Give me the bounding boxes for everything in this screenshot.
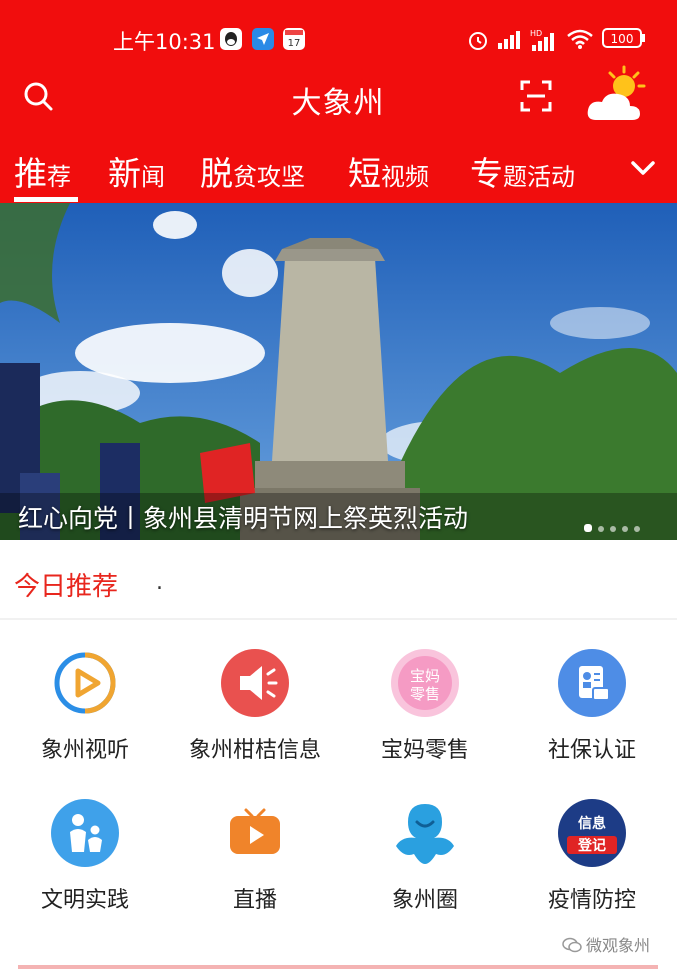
tab-recommend[interactable]: 推荐: [14, 147, 71, 195]
svg-text:宝妈: 宝妈: [410, 667, 440, 685]
hd-signal-icon: HD: [530, 28, 558, 56]
carousel-dots: [584, 517, 646, 536]
id-card-icon: [557, 648, 627, 718]
grid-item-label: 疫情防控: [547, 888, 636, 913]
app-header: 上午10:31 17 HD 100 大象州 推荐 新闻 脱贫攻坚 短视频 专题活…: [0, 0, 677, 203]
grid-item-label: 直播: [232, 888, 277, 913]
active-tab-indicator: [14, 197, 78, 202]
tab-special-topics[interactable]: 专题活动: [470, 147, 575, 195]
watermark: 微观象州: [562, 932, 650, 957]
chevron-down-icon[interactable]: [626, 151, 660, 185]
battery-icon: 100: [602, 27, 646, 53]
grid-item-label: 社保认证: [547, 738, 636, 763]
svg-text:100: 100: [611, 32, 634, 46]
grid-item-xiangzhou-circle[interactable]: 象州圈: [340, 770, 510, 913]
app-title: 大象州: [291, 86, 385, 121]
tab-news[interactable]: 新闻: [108, 147, 165, 195]
carousel-dot-active: [584, 524, 592, 532]
wechat-icon: [562, 937, 582, 957]
today-recommend-section: 今日推荐 .: [0, 540, 677, 618]
wifi-icon: [566, 28, 594, 54]
carousel-dot: [598, 526, 604, 532]
service-grid: 象州视听 象州柑桔信息 宝妈零售 宝妈零售 社保认证 文明实践 直播 象州圈: [0, 620, 677, 930]
status-time: 上午10:31: [113, 30, 216, 54]
grid-item-live[interactable]: 直播: [170, 770, 340, 913]
tv-live-icon: [220, 798, 290, 868]
bottom-divider: [18, 965, 658, 969]
grid-item-baoma-retail[interactable]: 宝妈 零售 宝妈零售: [340, 620, 510, 763]
search-icon[interactable]: [20, 78, 56, 114]
circle-people-icon: [390, 798, 460, 868]
banner-caption[interactable]: 红心向党丨象州县清明节网上祭英烈活动: [18, 499, 468, 535]
svg-text:零售: 零售: [410, 685, 440, 703]
play-circle-icon: [50, 648, 120, 718]
today-recommend-title: 今日推荐: [14, 572, 119, 602]
speaker-icon: [220, 648, 290, 718]
family-icon: [50, 798, 120, 868]
scan-icon[interactable]: [518, 78, 554, 114]
calendar-icon: 17: [283, 28, 305, 50]
info-register-icon: 信息 登记: [557, 798, 627, 868]
svg-text:信息: 信息: [578, 815, 606, 832]
watermark-text: 微观象州: [586, 936, 651, 955]
qq-icon: [220, 28, 242, 50]
banner-carousel[interactable]: 红心向党丨象州县清明节网上祭英烈活动: [0, 203, 677, 540]
status-bar: 上午10:31 17 HD 100: [0, 22, 677, 58]
grid-item-label: 象州柑桔信息: [188, 738, 321, 763]
grid-item-social-security[interactable]: 社保认证: [507, 620, 677, 763]
carousel-dot: [634, 526, 640, 532]
sun-cloud-icon[interactable]: [584, 64, 650, 126]
today-recommend-dot: .: [156, 570, 163, 595]
grid-item-civilization-practice[interactable]: 文明实践: [0, 770, 170, 913]
grid-item-label: 宝妈零售: [380, 738, 469, 763]
grid-item-xiangzhou-av[interactable]: 象州视听: [0, 620, 170, 763]
svg-text:17: 17: [288, 38, 301, 49]
banner-image: [0, 203, 677, 540]
svg-text:登记: 登记: [577, 837, 606, 854]
grid-item-citrus-info[interactable]: 象州柑桔信息: [170, 620, 340, 763]
location-icon: [252, 28, 274, 50]
grid-item-label: 象州视听: [40, 738, 129, 763]
svg-text:HD: HD: [530, 29, 542, 38]
baoma-icon: 宝妈 零售: [390, 648, 460, 718]
carousel-dot: [622, 526, 628, 532]
tab-short-video[interactable]: 短视频: [348, 147, 429, 195]
signal-icon: [497, 28, 523, 54]
grid-item-label: 文明实践: [40, 888, 129, 913]
grid-item-label: 象州圈: [391, 888, 458, 913]
category-tabs: 推荐 新闻 脱贫攻坚 短视频 专题活动: [0, 145, 677, 203]
tab-poverty-alleviation[interactable]: 脱贫攻坚: [200, 147, 305, 195]
carousel-dot: [610, 526, 616, 532]
alarm-icon: [466, 28, 490, 56]
grid-item-epidemic-control[interactable]: 信息 登记 疫情防控: [507, 770, 677, 913]
